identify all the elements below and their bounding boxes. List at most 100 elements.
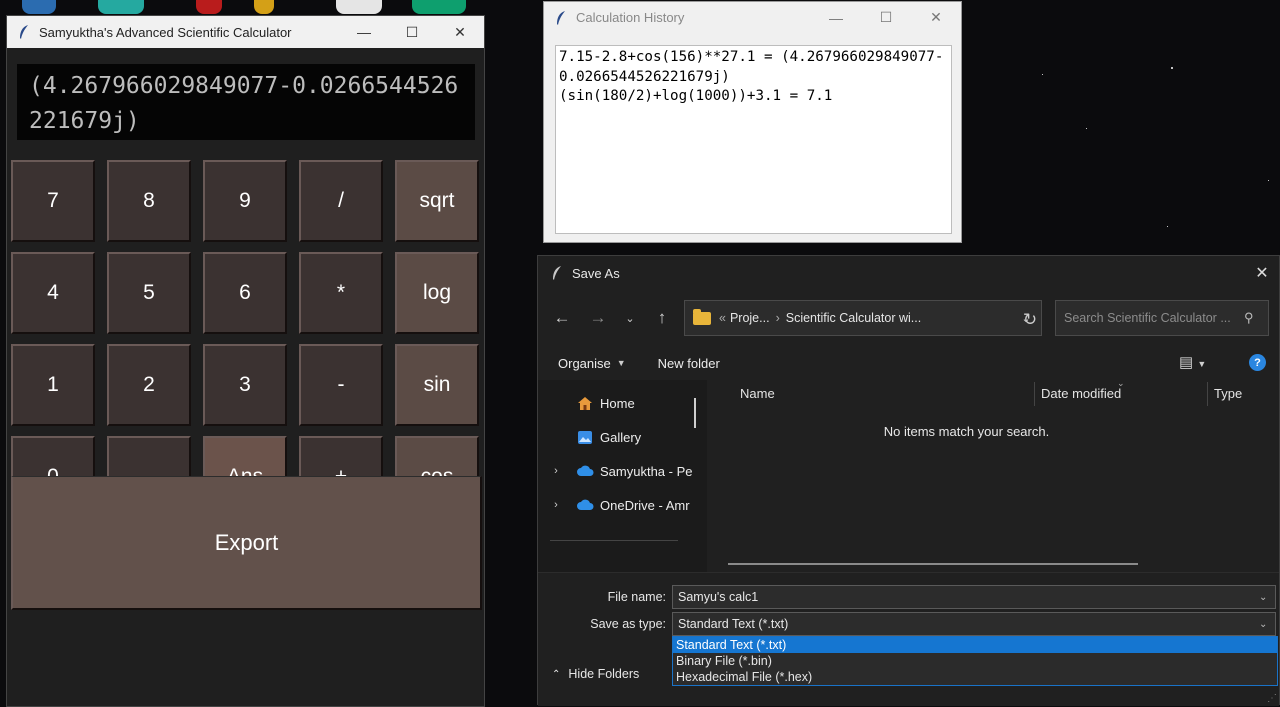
star-dot [1042, 74, 1043, 75]
save-as-title-bar[interactable]: Save As ✕ [538, 256, 1279, 290]
minimize-icon[interactable]: — [811, 2, 861, 33]
close-icon[interactable]: ✕ [911, 2, 961, 33]
star-dot [1086, 128, 1087, 129]
close-icon[interactable]: ✕ [1245, 263, 1279, 283]
empty-message: No items match your search. [883, 424, 1050, 439]
file-name-input[interactable]: Samyu's calc1 ⌄ [672, 585, 1276, 609]
close-icon[interactable]: ✕ [436, 16, 484, 48]
nav-item-2[interactable]: › Samyuktha - Pe [538, 456, 698, 486]
history-textbox[interactable]: 7.15-2.8+cos(156)**27.1 = (4.26796602984… [555, 45, 952, 234]
new-folder-label: New folder [657, 355, 720, 371]
organise-button[interactable]: Organise ▼ [558, 356, 626, 371]
file-list-pane: Name Date modified ⌄ Type No items match… [708, 378, 1280, 572]
save-options-panel: File name: Samyu's calc1 ⌄ Save as type:… [538, 572, 1279, 706]
calc-key-11[interactable]: 2 [107, 344, 191, 426]
column-header-name[interactable]: Name [740, 386, 775, 401]
calculator-window: Samyuktha's Advanced Scientific Calculat… [6, 15, 485, 707]
history-title-bar[interactable]: Calculation History — ☐ ✕ [544, 2, 961, 33]
nav-item-1[interactable]: Gallery [538, 422, 698, 452]
chevron-down-icon[interactable]: ⌄ [1259, 592, 1275, 603]
calculator-keypad: 789/sqrt456*log123-sin0.Ans+cos()pi^tanC… [11, 160, 482, 610]
expand-chevron-icon[interactable]: › [538, 499, 574, 511]
calc-key-0[interactable]: 7 [11, 160, 95, 242]
gallery-icon [574, 429, 596, 445]
breadcrumb-projects[interactable]: Proje... [730, 311, 770, 325]
calc-key-3[interactable]: / [299, 160, 383, 242]
horizontal-scrollbar[interactable] [728, 563, 1138, 565]
hide-folders-button[interactable]: ⌃ Hide Folders [552, 667, 639, 681]
calc-key-12[interactable]: 3 [203, 344, 287, 426]
type-option-2[interactable]: Hexadecimal File (*.hex) [673, 669, 1277, 685]
breadcrumb-separator-icon: › [775, 311, 780, 325]
calc-key-4[interactable]: sqrt [395, 160, 479, 242]
calc-key-7[interactable]: 6 [203, 252, 287, 334]
calculator-title-bar[interactable]: Samyuktha's Advanced Scientific Calculat… [7, 16, 484, 48]
column-header-date-modified[interactable]: Date modified [1041, 386, 1121, 401]
nav-item-label: Samyuktha - Pe [600, 463, 693, 479]
feather-icon [17, 24, 31, 40]
maximize-icon[interactable]: ☐ [861, 2, 911, 33]
hide-folders-label: Hide Folders [568, 667, 640, 681]
calc-key-8[interactable]: * [299, 252, 383, 334]
search-input[interactable]: Search Scientific Calculator ... ⚲ [1055, 300, 1269, 336]
calc-key-1[interactable]: 8 [107, 160, 191, 242]
star-dot [1167, 226, 1168, 227]
nav-divider [550, 540, 678, 541]
chevron-down-icon[interactable]: ⌄ [1259, 619, 1275, 630]
type-option-0[interactable]: Standard Text (*.txt) [673, 637, 1277, 653]
caret-down-icon: ▼ [616, 358, 626, 368]
new-folder-button[interactable]: New folder [658, 356, 720, 371]
file-name-value: Samyu's calc1 [678, 590, 759, 604]
type-option-1[interactable]: Binary File (*.bin) [673, 653, 1277, 669]
calc-key-14[interactable]: sin [395, 344, 479, 426]
nav-item-label: Gallery [600, 429, 642, 445]
calc-key-10[interactable]: 1 [11, 344, 95, 426]
star-dot [1171, 67, 1173, 69]
column-divider[interactable] [1034, 382, 1035, 406]
taskbar-icon-partial [196, 0, 222, 14]
star-dot [1268, 180, 1269, 181]
calc-key-9[interactable]: log [395, 252, 479, 334]
history-window: Calculation History — ☐ ✕ 7.15-2.8+cos(1… [543, 1, 962, 243]
sort-chevron-icon: ⌄ [1117, 378, 1125, 388]
calculator-display: (4.267966029849077-0.0266544526221679j) [17, 64, 475, 140]
navigation-pane: Home Gallery › Samyuktha - Pe › OneDrive - Am… [538, 380, 707, 572]
save-as-type-dropdown: Standard Text (*.txt) Binary File (*.bin)… [672, 636, 1278, 686]
address-bar[interactable]: « Proje... › Scientific Calculator wi...… [684, 300, 1042, 336]
calc-key-29[interactable]: Export [11, 476, 482, 610]
cloud-icon [574, 463, 596, 479]
column-divider[interactable] [1207, 382, 1208, 406]
forward-arrow-icon[interactable]: → [582, 303, 614, 333]
calc-key-5[interactable]: 4 [11, 252, 95, 334]
calc-key-6[interactable]: 5 [107, 252, 191, 334]
calculator-title: Samyuktha's Advanced Scientific Calculat… [39, 24, 292, 40]
up-arrow-icon[interactable]: ↑ [646, 303, 678, 333]
feather-icon [554, 10, 568, 26]
calc-key-13[interactable]: - [299, 344, 383, 426]
view-options-icon[interactable]: ▤ ▼ [1179, 353, 1206, 371]
file-name-label: File name: [607, 590, 666, 604]
nav-item-label: Home [600, 395, 635, 411]
history-title: Calculation History [576, 10, 685, 25]
nav-item-desktop-partial[interactable] [538, 558, 698, 572]
search-icon[interactable]: ⚲ [1244, 310, 1268, 326]
taskbar-icon-partial [412, 0, 466, 14]
minimize-icon[interactable]: — [340, 16, 388, 48]
help-icon[interactable]: ? [1249, 354, 1266, 371]
breadcrumb-scientific-calculator[interactable]: Scientific Calculator wi... [786, 311, 921, 325]
recent-locations-chevron-icon[interactable]: ⌄ [614, 303, 646, 333]
nav-item-3[interactable]: › OneDrive - Amr [538, 490, 698, 520]
caret-up-icon: ⌃ [552, 668, 561, 680]
back-arrow-icon[interactable]: ← [546, 303, 578, 333]
refresh-icon[interactable]: ↻ [1012, 302, 1048, 338]
nav-item-0[interactable]: Home [538, 388, 698, 418]
column-header-type[interactable]: Type [1214, 386, 1242, 401]
address-overflow-icon[interactable]: « [719, 311, 726, 325]
navigation-bar: ← → ⌄ ↑ « Proje... › Scientific Calculat… [538, 296, 1279, 340]
save-as-type-select[interactable]: Standard Text (*.txt) ⌄ [672, 612, 1276, 636]
calc-key-2[interactable]: 9 [203, 160, 287, 242]
expand-chevron-icon[interactable]: › [538, 465, 574, 477]
resize-grip-icon[interactable]: ⋰ [1267, 693, 1277, 704]
command-bar: Organise ▼ New folder ▤ ▼ ? [538, 348, 1279, 378]
maximize-icon[interactable]: ☐ [388, 16, 436, 48]
